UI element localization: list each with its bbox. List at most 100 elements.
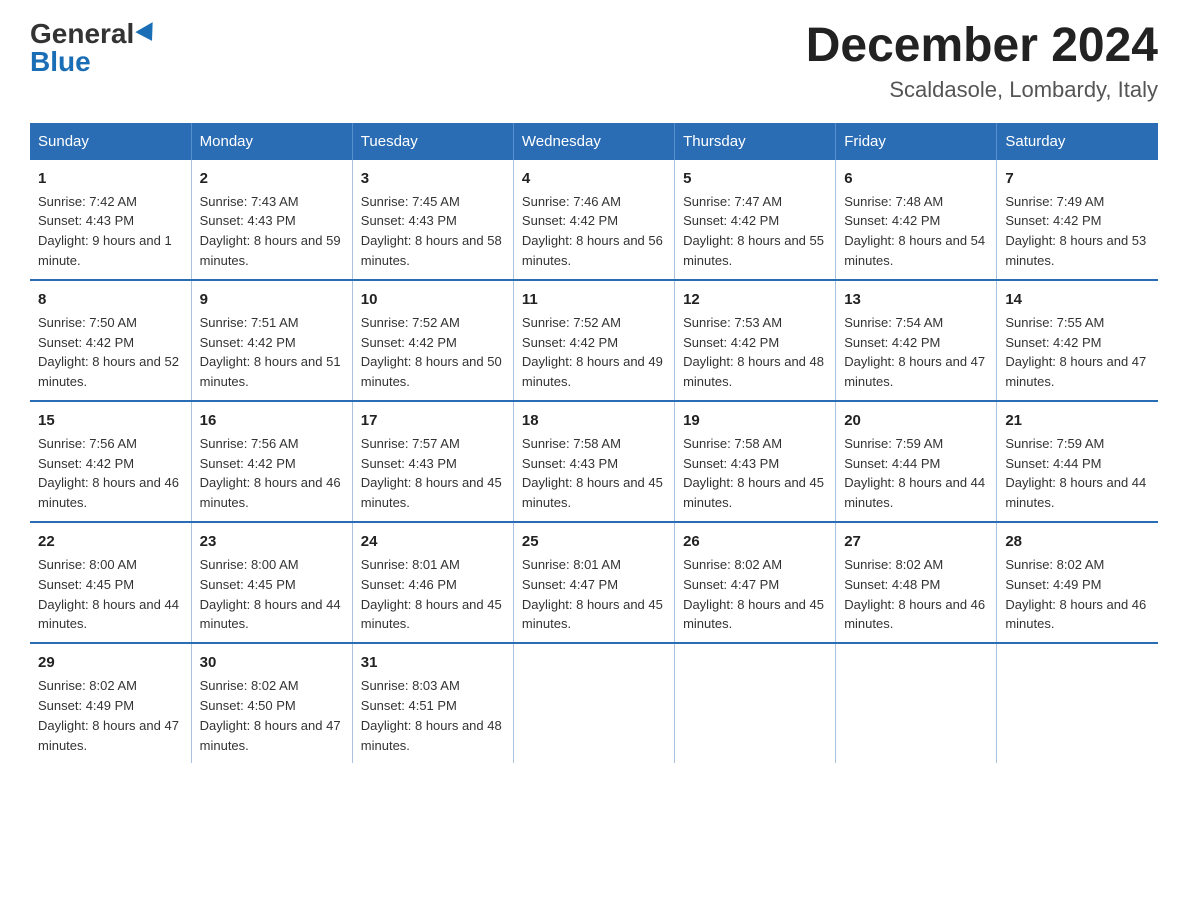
day-number: 3 [361,168,505,190]
day-number: 26 [683,531,827,553]
week-row-5: 29 Sunrise: 8:02 AMSunset: 4:49 PMDaylig… [30,643,1158,763]
calendar-cell: 26 Sunrise: 8:02 AMSunset: 4:47 PMDaylig… [675,522,836,643]
calendar-cell: 31 Sunrise: 8:03 AMSunset: 4:51 PMDaylig… [352,643,513,763]
calendar-table: SundayMondayTuesdayWednesdayThursdayFrid… [30,123,1158,764]
calendar-cell [997,643,1158,763]
calendar-cell: 14 Sunrise: 7:55 AMSunset: 4:42 PMDaylig… [997,280,1158,401]
day-number: 15 [38,410,183,432]
day-number: 10 [361,289,505,311]
calendar-cell: 8 Sunrise: 7:50 AMSunset: 4:42 PMDayligh… [30,280,191,401]
day-number: 11 [522,289,666,311]
day-number: 1 [38,168,183,190]
month-title: December 2024 [806,20,1158,73]
day-info: Sunrise: 7:47 AMSunset: 4:42 PMDaylight:… [683,194,824,269]
day-header-tuesday: Tuesday [352,123,513,160]
day-info: Sunrise: 8:03 AMSunset: 4:51 PMDaylight:… [361,678,502,753]
day-header-saturday: Saturday [997,123,1158,160]
day-number: 29 [38,652,183,674]
day-number: 24 [361,531,505,553]
calendar-cell: 11 Sunrise: 7:52 AMSunset: 4:42 PMDaylig… [513,280,674,401]
day-number: 22 [38,531,183,553]
calendar-cell: 29 Sunrise: 8:02 AMSunset: 4:49 PMDaylig… [30,643,191,763]
page-header: General Blue December 2024 Scaldasole, L… [30,20,1158,103]
logo: General Blue [30,20,158,76]
day-info: Sunrise: 7:50 AMSunset: 4:42 PMDaylight:… [38,315,179,390]
calendar-cell [836,643,997,763]
day-info: Sunrise: 7:56 AMSunset: 4:42 PMDaylight:… [200,436,341,511]
day-number: 23 [200,531,344,553]
day-number: 30 [200,652,344,674]
calendar-cell: 19 Sunrise: 7:58 AMSunset: 4:43 PMDaylig… [675,401,836,522]
calendar-cell: 15 Sunrise: 7:56 AMSunset: 4:42 PMDaylig… [30,401,191,522]
day-number: 6 [844,168,988,190]
day-header-monday: Monday [191,123,352,160]
calendar-cell: 4 Sunrise: 7:46 AMSunset: 4:42 PMDayligh… [513,160,674,280]
calendar-cell: 20 Sunrise: 7:59 AMSunset: 4:44 PMDaylig… [836,401,997,522]
calendar-cell: 1 Sunrise: 7:42 AMSunset: 4:43 PMDayligh… [30,160,191,280]
day-info: Sunrise: 8:02 AMSunset: 4:50 PMDaylight:… [200,678,341,753]
day-info: Sunrise: 7:46 AMSunset: 4:42 PMDaylight:… [522,194,663,269]
day-number: 25 [522,531,666,553]
day-number: 13 [844,289,988,311]
day-info: Sunrise: 8:02 AMSunset: 4:48 PMDaylight:… [844,557,985,632]
day-info: Sunrise: 7:54 AMSunset: 4:42 PMDaylight:… [844,315,985,390]
day-info: Sunrise: 8:00 AMSunset: 4:45 PMDaylight:… [200,557,341,632]
day-info: Sunrise: 7:58 AMSunset: 4:43 PMDaylight:… [683,436,824,511]
day-number: 27 [844,531,988,553]
calendar-cell: 24 Sunrise: 8:01 AMSunset: 4:46 PMDaylig… [352,522,513,643]
day-number: 28 [1005,531,1150,553]
day-info: Sunrise: 7:55 AMSunset: 4:42 PMDaylight:… [1005,315,1146,390]
day-number: 17 [361,410,505,432]
day-info: Sunrise: 7:48 AMSunset: 4:42 PMDaylight:… [844,194,985,269]
calendar-cell: 7 Sunrise: 7:49 AMSunset: 4:42 PMDayligh… [997,160,1158,280]
day-number: 20 [844,410,988,432]
day-info: Sunrise: 7:49 AMSunset: 4:42 PMDaylight:… [1005,194,1146,269]
calendar-cell: 13 Sunrise: 7:54 AMSunset: 4:42 PMDaylig… [836,280,997,401]
calendar-cell: 28 Sunrise: 8:02 AMSunset: 4:49 PMDaylig… [997,522,1158,643]
calendar-cell: 30 Sunrise: 8:02 AMSunset: 4:50 PMDaylig… [191,643,352,763]
calendar-cell: 27 Sunrise: 8:02 AMSunset: 4:48 PMDaylig… [836,522,997,643]
location-text: Scaldasole, Lombardy, Italy [806,77,1158,103]
calendar-cell: 5 Sunrise: 7:47 AMSunset: 4:42 PMDayligh… [675,160,836,280]
week-row-2: 8 Sunrise: 7:50 AMSunset: 4:42 PMDayligh… [30,280,1158,401]
day-header-sunday: Sunday [30,123,191,160]
day-info: Sunrise: 8:02 AMSunset: 4:49 PMDaylight:… [1005,557,1146,632]
day-info: Sunrise: 7:52 AMSunset: 4:42 PMDaylight:… [522,315,663,390]
day-info: Sunrise: 7:52 AMSunset: 4:42 PMDaylight:… [361,315,502,390]
day-number: 18 [522,410,666,432]
calendar-cell: 10 Sunrise: 7:52 AMSunset: 4:42 PMDaylig… [352,280,513,401]
week-row-1: 1 Sunrise: 7:42 AMSunset: 4:43 PMDayligh… [30,160,1158,280]
calendar-cell: 2 Sunrise: 7:43 AMSunset: 4:43 PMDayligh… [191,160,352,280]
day-info: Sunrise: 7:56 AMSunset: 4:42 PMDaylight:… [38,436,179,511]
day-info: Sunrise: 8:02 AMSunset: 4:47 PMDaylight:… [683,557,824,632]
day-header-friday: Friday [836,123,997,160]
day-info: Sunrise: 8:01 AMSunset: 4:47 PMDaylight:… [522,557,663,632]
day-number: 21 [1005,410,1150,432]
calendar-cell: 22 Sunrise: 8:00 AMSunset: 4:45 PMDaylig… [30,522,191,643]
day-number: 8 [38,289,183,311]
day-info: Sunrise: 8:01 AMSunset: 4:46 PMDaylight:… [361,557,502,632]
week-row-4: 22 Sunrise: 8:00 AMSunset: 4:45 PMDaylig… [30,522,1158,643]
calendar-cell: 12 Sunrise: 7:53 AMSunset: 4:42 PMDaylig… [675,280,836,401]
day-info: Sunrise: 7:45 AMSunset: 4:43 PMDaylight:… [361,194,502,269]
calendar-cell: 9 Sunrise: 7:51 AMSunset: 4:42 PMDayligh… [191,280,352,401]
day-info: Sunrise: 7:42 AMSunset: 4:43 PMDaylight:… [38,194,172,269]
day-header-thursday: Thursday [675,123,836,160]
day-info: Sunrise: 7:57 AMSunset: 4:43 PMDaylight:… [361,436,502,511]
day-number: 12 [683,289,827,311]
calendar-cell: 23 Sunrise: 8:00 AMSunset: 4:45 PMDaylig… [191,522,352,643]
day-number: 5 [683,168,827,190]
day-number: 31 [361,652,505,674]
calendar-cell: 16 Sunrise: 7:56 AMSunset: 4:42 PMDaylig… [191,401,352,522]
day-info: Sunrise: 7:43 AMSunset: 4:43 PMDaylight:… [200,194,341,269]
logo-triangle-icon [136,22,161,46]
day-info: Sunrise: 7:58 AMSunset: 4:43 PMDaylight:… [522,436,663,511]
calendar-cell: 6 Sunrise: 7:48 AMSunset: 4:42 PMDayligh… [836,160,997,280]
calendar-cell [675,643,836,763]
day-info: Sunrise: 8:00 AMSunset: 4:45 PMDaylight:… [38,557,179,632]
title-section: December 2024 Scaldasole, Lombardy, Ital… [806,20,1158,103]
day-number: 19 [683,410,827,432]
day-info: Sunrise: 8:02 AMSunset: 4:49 PMDaylight:… [38,678,179,753]
calendar-cell: 3 Sunrise: 7:45 AMSunset: 4:43 PMDayligh… [352,160,513,280]
day-number: 14 [1005,289,1150,311]
